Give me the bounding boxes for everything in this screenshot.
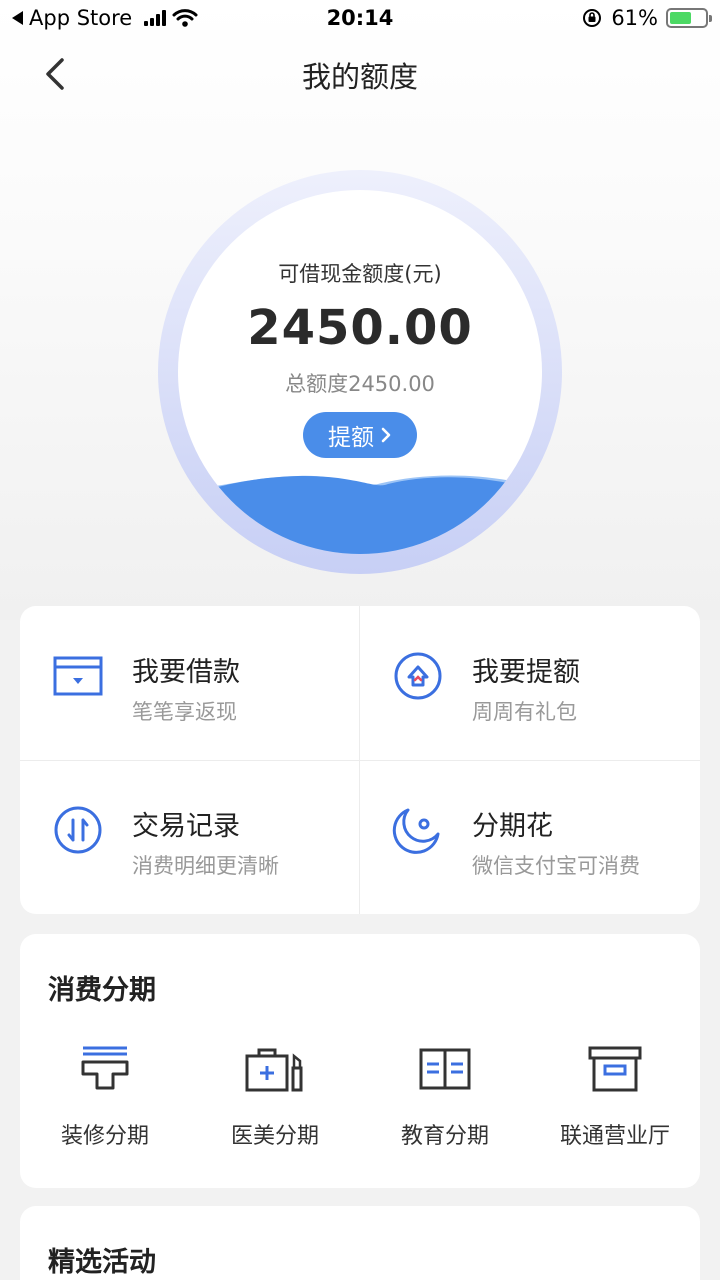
function-grid-card: 我要借款 笔笔享返现 我要提额 周周有礼包 交易记录 消费明细更清晰 分期花 微… <box>20 606 700 914</box>
activities-card: 精选活动 <box>20 1206 700 1280</box>
install-item-label: 教育分期 <box>400 1124 489 1149</box>
install-item-unicom-store[interactable]: 联通营业厅 <box>530 1044 700 1164</box>
installments-card: 消费分期 装修分期 医美分期 教育分期 联通营业厅 <box>20 934 700 1188</box>
install-item-label: 医美分期 <box>230 1124 319 1149</box>
install-item-education[interactable]: 教育分期 <box>360 1044 530 1164</box>
grid-item-subtitle: 周周有礼包 <box>472 700 577 724</box>
limit-up-icon <box>394 652 442 700</box>
credit-circle: 可借现金额度(元) 2450.00 总额度2450.00 提额 <box>178 190 542 554</box>
grid-item-raise-limit[interactable]: 我要提额 周周有礼包 <box>360 606 700 760</box>
battery-percent: 61% <box>611 6 658 30</box>
raise-limit-label: 提额 <box>328 425 374 451</box>
wave-decoration <box>178 475 542 554</box>
battery-icon <box>666 8 712 28</box>
install-item-medical-beauty[interactable]: 医美分期 <box>190 1044 360 1164</box>
store-box-icon <box>588 1046 642 1092</box>
medical-beauty-icon <box>245 1048 303 1092</box>
credit-label: 可借现金额度(元) <box>278 262 442 286</box>
install-item-label: 联通营业厅 <box>559 1124 670 1149</box>
credit-ring: 可借现金额度(元) 2450.00 总额度2450.00 提额 <box>158 170 562 574</box>
grid-item-title: 分期花 <box>472 811 553 842</box>
status-bar: App Store 20:14 61% <box>0 0 720 38</box>
grid-item-installment-flower[interactable]: 分期花 微信支付宝可消费 <box>360 760 700 914</box>
grid-item-subtitle: 消费明细更清晰 <box>132 854 279 878</box>
grid-item-title: 交易记录 <box>132 811 240 842</box>
battery-fill <box>670 12 691 24</box>
page-title: 我的额度 <box>301 60 418 94</box>
credit-amount: 2450.00 <box>247 300 473 356</box>
education-icon <box>419 1048 471 1090</box>
section-title: 消费分期 <box>48 975 156 1006</box>
section-title: 精选活动 <box>48 1247 156 1278</box>
credit-total: 总额度2450.00 <box>285 372 435 396</box>
nav-bar: 我的额度 <box>0 44 720 104</box>
raise-limit-button[interactable]: 提额 <box>303 412 417 458</box>
chevron-right-icon <box>381 427 391 443</box>
install-item-renovation[interactable]: 装修分期 <box>20 1044 190 1164</box>
renovation-icon <box>81 1046 129 1090</box>
grid-item-title: 我要提额 <box>472 657 580 688</box>
grid-item-borrow[interactable]: 我要借款 笔笔享返现 <box>20 606 360 760</box>
grid-item-transactions[interactable]: 交易记录 消费明细更清晰 <box>20 760 360 914</box>
grid-item-title: 我要借款 <box>132 657 240 688</box>
wallet-icon <box>53 656 103 696</box>
rotation-lock-icon <box>583 9 602 27</box>
transaction-icon <box>54 806 102 854</box>
grid-item-subtitle: 笔笔享返现 <box>132 700 237 724</box>
grid-item-subtitle: 微信支付宝可消费 <box>472 854 640 878</box>
install-item-label: 装修分期 <box>60 1124 149 1149</box>
moon-icon <box>392 808 440 854</box>
